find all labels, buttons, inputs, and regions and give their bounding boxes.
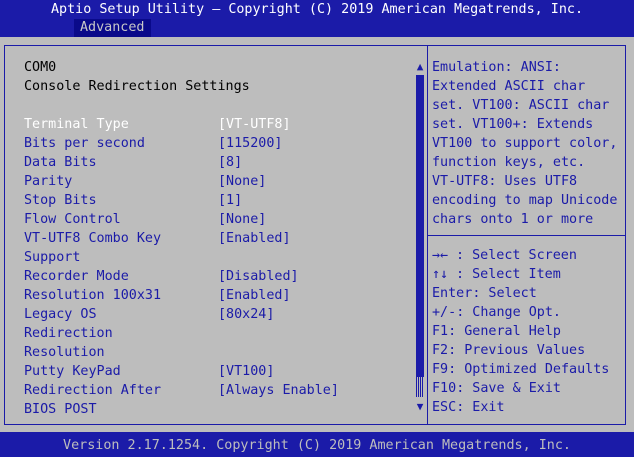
key-desc: : Exit bbox=[456, 400, 505, 415]
setting-label: VT-UTF8 Combo Key bbox=[24, 231, 162, 246]
setting-value[interactable]: [Always Enable] bbox=[218, 381, 339, 400]
setting-value[interactable]: [115200] bbox=[218, 134, 283, 153]
setting-label: Legacy OS bbox=[24, 307, 97, 322]
key-enter: Enter: Select bbox=[432, 284, 624, 303]
scrollbar-thumb[interactable] bbox=[416, 377, 424, 397]
header-bar: Aptio Setup Utility – Copyright (C) 2019… bbox=[0, 0, 634, 37]
setting-value[interactable]: [Enabled] bbox=[218, 286, 291, 305]
key-name: ESC bbox=[432, 400, 457, 415]
setting-value[interactable]: [1] bbox=[218, 191, 242, 210]
tab-advanced[interactable]: Advanced bbox=[74, 19, 151, 37]
setting-label-cont: Redirection bbox=[24, 326, 113, 341]
setting-value[interactable]: [VT100] bbox=[218, 362, 274, 381]
setting-value[interactable]: [Enabled] bbox=[218, 229, 291, 248]
setting-value[interactable]: [8] bbox=[218, 153, 242, 172]
section-title: Console Redirection Settings bbox=[24, 79, 250, 94]
version-text: Version 2.17.1254. Copyright (C) 2019 Am… bbox=[63, 438, 571, 453]
help-line: Emulation: ANSI: bbox=[432, 60, 561, 75]
help-line: VT100 to support color, bbox=[432, 136, 618, 151]
key-save-exit: F10: Save & Exit bbox=[432, 379, 624, 398]
setting-flow-control[interactable]: Flow Control [None] bbox=[24, 210, 414, 229]
key-name: F2 bbox=[432, 343, 449, 358]
setting-label: Parity bbox=[24, 174, 73, 189]
setting-bits-per-second[interactable]: Bits per second [115200] bbox=[24, 134, 414, 153]
setting-redirection-after-bios-post[interactable]: Redirection After [Always Enable] bbox=[24, 381, 414, 400]
setting-legacy-os-cont-1: Redirection bbox=[24, 324, 414, 343]
setting-label: Bits per second bbox=[24, 136, 145, 151]
key-change-opt: +/-: Change Opt. bbox=[432, 303, 624, 322]
setting-value[interactable]: [VT-UTF8] bbox=[218, 115, 291, 134]
setting-legacy-os-cont-2: Resolution bbox=[24, 343, 414, 362]
setting-redirection-after-cont: BIOS POST bbox=[24, 400, 414, 419]
key-desc: : General Help bbox=[448, 324, 561, 339]
key-select-screen: →← : Select Screen bbox=[432, 246, 624, 265]
key-desc: : Optimized Defaults bbox=[448, 362, 610, 377]
setting-label: Stop Bits bbox=[24, 193, 97, 208]
setting-terminal-type[interactable]: Terminal Type [VT-UTF8] bbox=[24, 115, 414, 134]
key-name: Enter bbox=[432, 286, 473, 301]
setting-value[interactable]: [None] bbox=[218, 172, 266, 191]
scroll-down-arrow-icon[interactable]: ▼ bbox=[414, 398, 426, 415]
key-name: F10 bbox=[432, 381, 457, 396]
setting-value[interactable]: [None] bbox=[218, 210, 266, 229]
help-line: encoding to map Unicode bbox=[432, 193, 618, 208]
footer-bar: Version 2.17.1254. Copyright (C) 2019 Am… bbox=[0, 432, 634, 457]
left-right-arrows-icon: →← bbox=[432, 248, 449, 263]
setting-putty-keypad[interactable]: Putty KeyPad [VT100] bbox=[24, 362, 414, 381]
key-name: F9 bbox=[432, 362, 449, 377]
key-desc: : Select Screen bbox=[456, 248, 577, 263]
setting-recorder-mode[interactable]: Recorder Mode [Disabled] bbox=[24, 267, 414, 286]
port-title: COM0 bbox=[24, 60, 57, 75]
main-panel: COM0 Console Redirection Settings Termin… bbox=[0, 37, 634, 432]
key-optimized-defaults: F9: Optimized Defaults bbox=[432, 360, 624, 379]
app-title: Aptio Setup Utility – Copyright (C) 2019… bbox=[50, 2, 584, 17]
setting-vt-utf8-combo-key[interactable]: VT-UTF8 Combo Key [Enabled] bbox=[24, 229, 414, 248]
help-line: function keys, etc. bbox=[432, 155, 586, 170]
key-desc: : Select Item bbox=[456, 267, 561, 282]
setting-label: Flow Control bbox=[24, 212, 121, 227]
key-legend: →← : Select Screen ↑↓ : Select Item Enter:… bbox=[432, 246, 624, 417]
setting-label-cont: Resolution bbox=[24, 345, 105, 360]
setting-data-bits[interactable]: Data Bits [8] bbox=[24, 153, 414, 172]
up-down-arrows-icon: ↑↓ bbox=[432, 267, 449, 282]
help-line: chars onto 1 or more bbox=[432, 212, 594, 227]
help-line: set. VT100: ASCII char bbox=[432, 98, 610, 113]
setting-value[interactable]: [Disabled] bbox=[218, 267, 299, 286]
key-desc: : Change Opt. bbox=[456, 305, 561, 320]
key-general-help: F1: General Help bbox=[432, 322, 624, 341]
key-previous-values: F2: Previous Values bbox=[432, 341, 624, 360]
help-line: VT-UTF8: Uses UTF8 bbox=[432, 174, 578, 189]
setting-label-cont: BIOS POST bbox=[24, 402, 97, 417]
setting-legacy-os-redirection[interactable]: Legacy OS [80x24] bbox=[24, 305, 414, 324]
key-desc: : Select bbox=[472, 286, 537, 301]
key-desc: : Previous Values bbox=[448, 343, 586, 358]
key-name: F1 bbox=[432, 324, 449, 339]
setting-label: Redirection After bbox=[24, 383, 162, 398]
setting-stop-bits[interactable]: Stop Bits [1] bbox=[24, 191, 414, 210]
help-divider bbox=[428, 235, 625, 236]
setting-resolution-100x31[interactable]: Resolution 100x31 [Enabled] bbox=[24, 286, 414, 305]
setting-parity[interactable]: Parity [None] bbox=[24, 172, 414, 191]
setting-label: Terminal Type bbox=[24, 117, 129, 132]
setting-label: Resolution 100x31 bbox=[24, 288, 162, 303]
help-line: Extended ASCII char bbox=[432, 79, 586, 94]
setting-label-cont: Support bbox=[24, 250, 81, 265]
setting-label: Data Bits bbox=[24, 155, 97, 170]
settings-pane: COM0 Console Redirection Settings Termin… bbox=[24, 58, 414, 419]
key-name: +/- bbox=[432, 305, 457, 320]
scroll-up-arrow-icon[interactable]: ▲ bbox=[414, 58, 426, 75]
key-desc: : Save & Exit bbox=[456, 381, 561, 396]
setting-label: Recorder Mode bbox=[24, 269, 129, 284]
key-exit: ESC: Exit bbox=[432, 398, 624, 417]
scrollbar[interactable] bbox=[416, 75, 424, 397]
setting-vt-utf8-combo-key-cont: Support bbox=[24, 248, 414, 267]
help-line: set. VT100+: Extends bbox=[432, 117, 594, 132]
key-select-item: ↑↓ : Select Item bbox=[432, 265, 624, 284]
help-pane: Emulation: ANSI: Extended ASCII char set… bbox=[432, 58, 624, 229]
setting-label: Putty KeyPad bbox=[24, 364, 121, 379]
setting-value[interactable]: [80x24] bbox=[218, 305, 274, 324]
